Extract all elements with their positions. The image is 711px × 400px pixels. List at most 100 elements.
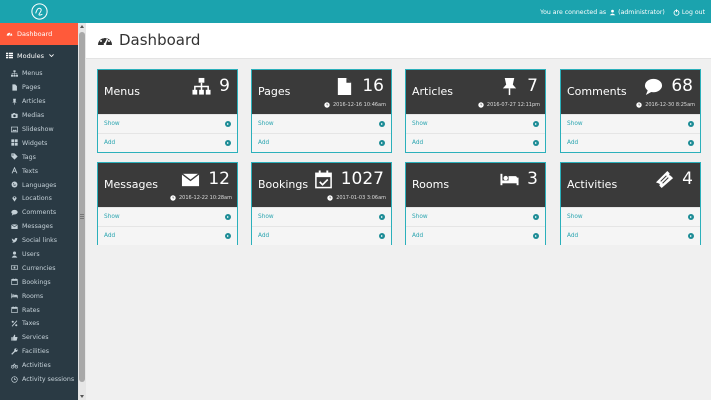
sidebar-item-label: Messages bbox=[22, 223, 53, 231]
card-title: Rooms bbox=[412, 178, 450, 191]
sidebar-item-services[interactable]: Services bbox=[0, 331, 78, 345]
bicycle-icon bbox=[11, 362, 19, 370]
sidebar-item-label: Menus bbox=[22, 70, 43, 78]
sidebar: Dashboard Modules Menus Pages Articles M… bbox=[0, 23, 78, 400]
sidebar-item-menus[interactable]: Menus bbox=[0, 67, 78, 81]
add-link[interactable]: Add bbox=[252, 226, 391, 245]
card-messages: Messages 12 2016-12-22 10:28am Show Add bbox=[97, 162, 238, 245]
sidebar-item-widgets[interactable]: Widgets bbox=[0, 136, 78, 150]
comment-icon bbox=[11, 209, 19, 217]
arrow-circle-right-icon bbox=[379, 121, 385, 127]
sidebar-item-articles[interactable]: Articles bbox=[0, 95, 78, 109]
sidebar-item-social-links[interactable]: Social links bbox=[0, 234, 78, 248]
show-label: Show bbox=[412, 214, 428, 220]
sidebar-item-label: Comments bbox=[22, 209, 57, 217]
show-link[interactable]: Show bbox=[561, 114, 700, 133]
bed-icon bbox=[500, 170, 519, 189]
show-label: Show bbox=[567, 214, 583, 220]
show-link[interactable]: Show bbox=[406, 114, 545, 133]
sitemap-icon bbox=[192, 77, 211, 96]
sidebar-item-users[interactable]: Users bbox=[0, 248, 78, 262]
calendar-check-icon bbox=[314, 170, 333, 189]
date-text: 2016-12-30 8:25am bbox=[645, 102, 695, 108]
show-link[interactable]: Show bbox=[252, 207, 391, 226]
modules-toggle[interactable]: Modules bbox=[0, 45, 78, 67]
sidebar-item-label: Rooms bbox=[22, 292, 44, 300]
text-icon bbox=[11, 167, 19, 175]
grid-icon bbox=[11, 139, 19, 147]
clock-icon bbox=[327, 195, 333, 201]
card-title: Articles bbox=[412, 85, 454, 98]
arrow-circle-right-icon bbox=[225, 214, 231, 220]
add-label: Add bbox=[104, 140, 116, 146]
sidebar-item-medias[interactable]: Medias bbox=[0, 109, 78, 123]
app-logo[interactable] bbox=[30, 2, 49, 21]
sidebar-item-label: Slideshow bbox=[22, 126, 54, 133]
sidebar-item-slideshow[interactable]: Slideshow bbox=[0, 123, 78, 137]
arrow-circle-right-icon bbox=[379, 140, 385, 146]
sidebar-item-facilities[interactable]: Facilities bbox=[0, 345, 78, 359]
sidebar-item-comments[interactable]: Comments bbox=[0, 206, 78, 220]
show-link[interactable]: Show bbox=[98, 207, 237, 226]
sidebar-item-rooms[interactable]: Rooms bbox=[0, 289, 78, 303]
logout-label: Log out bbox=[681, 8, 705, 16]
logout-link[interactable]: Log out bbox=[670, 9, 705, 16]
add-label: Add bbox=[412, 233, 424, 239]
sidebar-item-texts[interactable]: Texts bbox=[0, 164, 78, 178]
show-link[interactable]: Show bbox=[252, 114, 391, 133]
show-link[interactable]: Show bbox=[406, 207, 545, 226]
card-title: Bookings bbox=[258, 178, 309, 191]
sidebar-item-label: Activities bbox=[22, 362, 51, 370]
money-icon bbox=[11, 264, 19, 272]
card-header: Comments 68 2016-12-30 8:25am bbox=[561, 70, 700, 114]
card-header: Rooms 3 bbox=[406, 163, 545, 207]
add-link[interactable]: Add bbox=[98, 226, 237, 245]
add-link[interactable]: Add bbox=[252, 133, 391, 152]
sidebar-item-label: Activity sessions bbox=[22, 376, 75, 384]
sidebar-item-tags[interactable]: Tags bbox=[0, 150, 78, 164]
show-link[interactable]: Show bbox=[98, 114, 237, 133]
sidebar-item-messages[interactable]: Messages bbox=[0, 220, 78, 234]
card-header: Messages 12 2016-12-22 10:28am bbox=[98, 163, 237, 207]
card-count: 68 bbox=[671, 76, 693, 96]
sitemap-icon bbox=[11, 70, 19, 78]
arrow-circle-right-icon bbox=[533, 214, 539, 220]
card-count: 16 bbox=[362, 76, 384, 96]
sidebar-item-languages[interactable]: Languages bbox=[0, 178, 78, 192]
show-label: Show bbox=[104, 214, 120, 220]
sidebar-item-pages[interactable]: Pages bbox=[0, 81, 78, 95]
sidebar-item-label: Rates bbox=[22, 306, 40, 314]
add-link[interactable]: Add bbox=[98, 133, 237, 152]
sidebar-item-activity-sessions[interactable]: Activity sessions bbox=[0, 373, 78, 387]
tag-icon bbox=[11, 153, 19, 161]
sidebar-item-locations[interactable]: Locations bbox=[0, 192, 78, 206]
sidebar-item-bookings[interactable]: Bookings bbox=[0, 275, 78, 289]
modules-label: Modules bbox=[17, 52, 45, 60]
clock-icon bbox=[170, 195, 176, 201]
sidebar-item-dashboard[interactable]: Dashboard bbox=[0, 23, 78, 45]
add-link[interactable]: Add bbox=[406, 133, 545, 152]
dashboard-icon bbox=[97, 32, 113, 48]
add-link[interactable]: Add bbox=[561, 226, 700, 245]
card-count: 9 bbox=[219, 76, 230, 96]
last-updated: 2016-12-30 8:25am bbox=[636, 102, 695, 108]
scrollbar-thumb[interactable] bbox=[79, 32, 85, 382]
card-title: Messages bbox=[104, 178, 158, 191]
add-link[interactable]: Add bbox=[561, 133, 700, 152]
sidebar-item-rates[interactable]: Rates bbox=[0, 303, 78, 317]
scroll-down-arrow[interactable] bbox=[80, 395, 84, 398]
calendar-icon bbox=[11, 306, 19, 314]
scroll-up-arrow[interactable] bbox=[80, 25, 84, 28]
sidebar-item-currencies[interactable]: Currencies bbox=[0, 261, 78, 275]
show-link[interactable]: Show bbox=[561, 207, 700, 226]
sidebar-item-activities[interactable]: Activities bbox=[0, 359, 78, 373]
arrow-circle-right-icon bbox=[225, 121, 231, 127]
sidebar-item-taxes[interactable]: Taxes bbox=[0, 317, 78, 331]
add-label: Add bbox=[412, 140, 424, 146]
user-icon bbox=[609, 9, 616, 16]
add-label: Add bbox=[567, 233, 579, 239]
sidebar-scrollbar[interactable] bbox=[78, 23, 86, 400]
date-text: 2016-12-16 10:46am bbox=[333, 102, 386, 108]
add-link[interactable]: Add bbox=[406, 226, 545, 245]
card-menus: Menus 9 Show Add bbox=[97, 69, 238, 153]
